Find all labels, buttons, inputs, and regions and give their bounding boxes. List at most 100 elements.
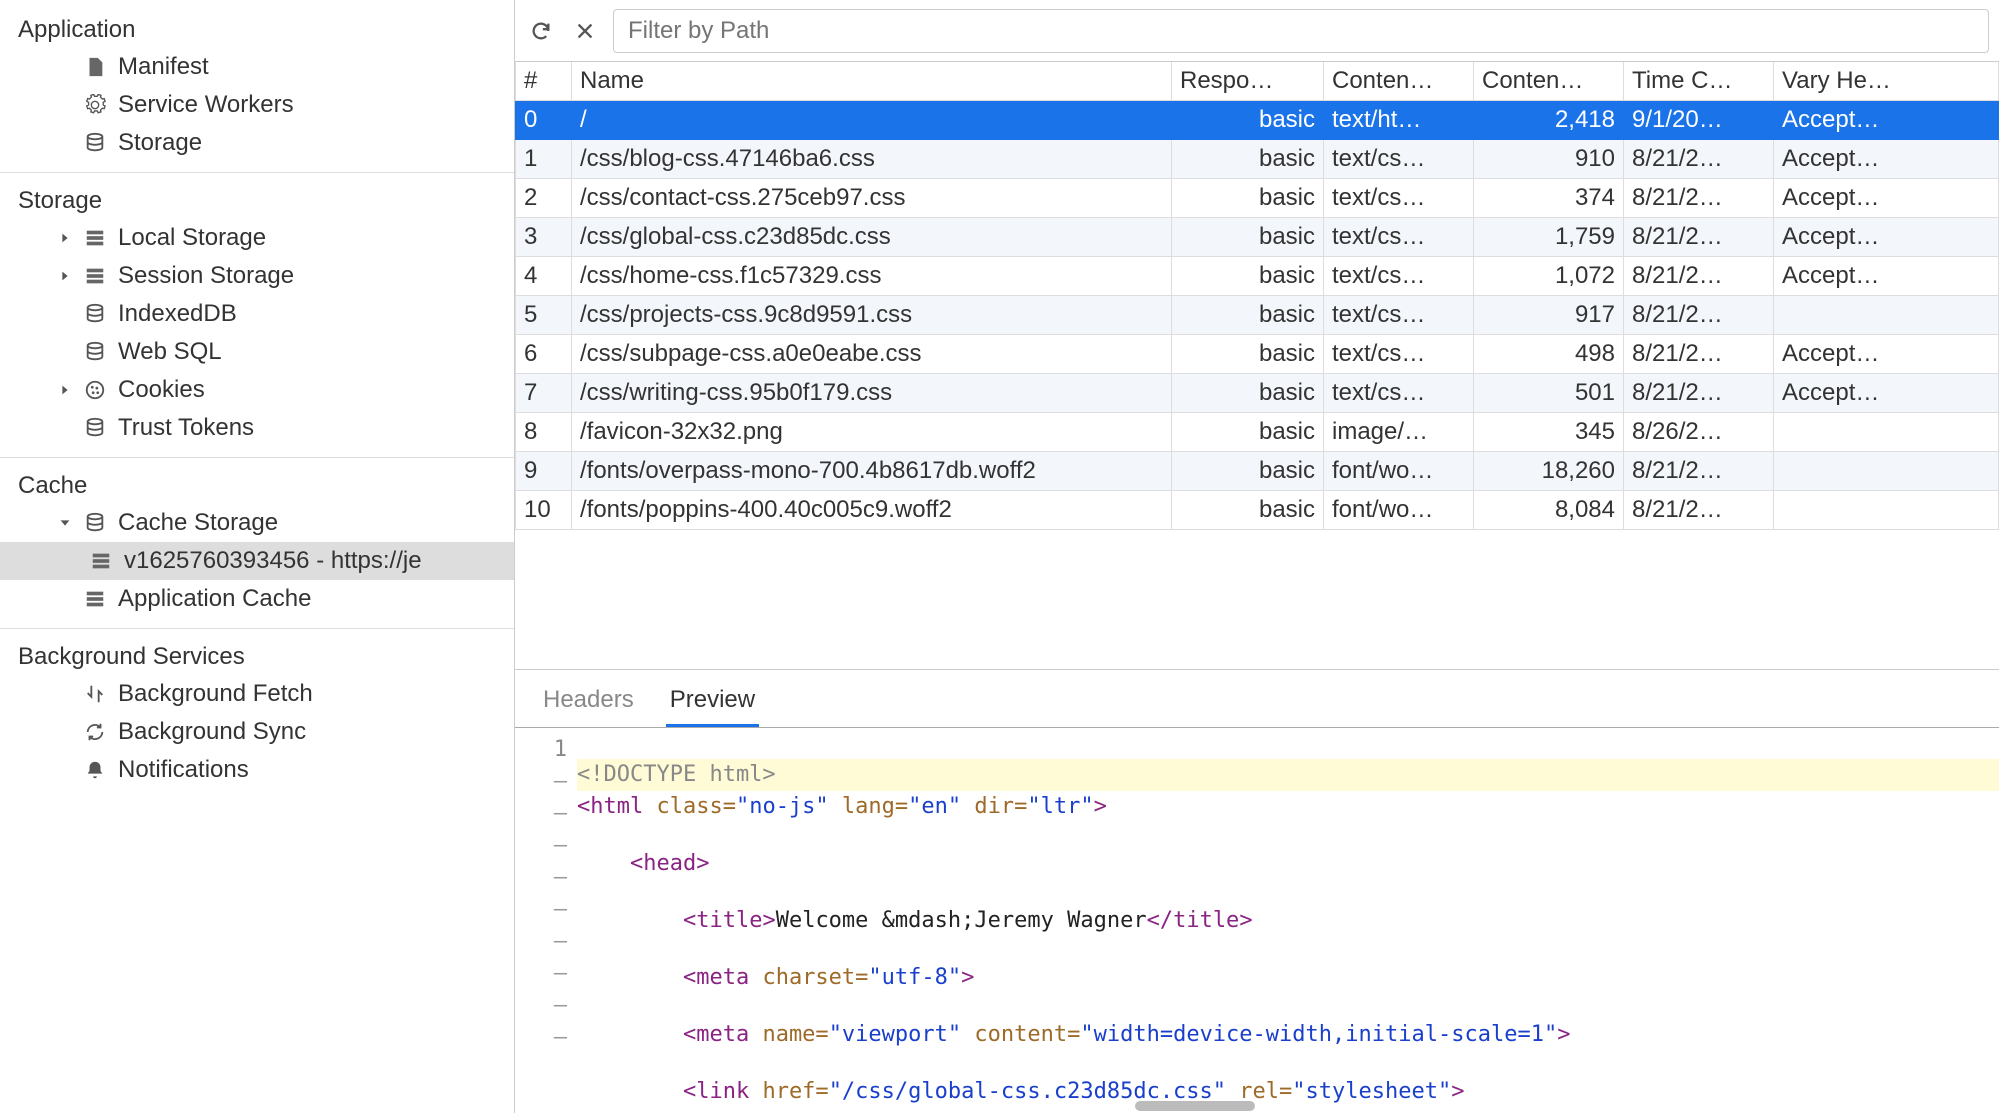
sidebar-item-cache-entry[interactable]: v1625760393456 - https://je <box>0 542 514 580</box>
refresh-button[interactable] <box>525 15 557 47</box>
file-icon <box>82 54 108 80</box>
cell-name: / <box>572 101 1172 140</box>
cell-index: 10 <box>516 491 572 530</box>
sidebar-item-label: Local Storage <box>118 224 266 252</box>
table-row[interactable]: 7/css/writing-css.95b0f179.cssbasictext/… <box>516 374 1999 413</box>
sidebar-item-background-fetch[interactable]: Background Fetch <box>0 675 514 713</box>
table-row[interactable]: 5/css/projects-css.9c8d9591.cssbasictext… <box>516 296 1999 335</box>
cell-vary-header: Accept… <box>1774 140 1999 179</box>
cell-content-length: 917 <box>1474 296 1624 335</box>
cell-index: 6 <box>516 335 572 374</box>
sidebar-item-cookies[interactable]: Cookies <box>0 371 514 409</box>
col-header-index[interactable]: # <box>516 62 572 101</box>
sidebar-item-label: Session Storage <box>118 262 294 290</box>
cell-name: /favicon-32x32.png <box>572 413 1172 452</box>
sidebar-item-storage[interactable]: Storage <box>0 124 514 162</box>
cell-content-type: text/cs… <box>1324 257 1474 296</box>
separator <box>0 457 514 458</box>
sidebar-item-notifications[interactable]: Notifications <box>0 751 514 789</box>
cell-name: /css/global-css.c23d85dc.css <box>572 218 1172 257</box>
sidebar-item-label: v1625760393456 - https://je <box>124 547 422 575</box>
table-row[interactable]: 0/basictext/ht…2,4189/1/20…Accept… <box>516 101 1999 140</box>
horizontal-scrollbar[interactable] <box>1135 1101 1255 1111</box>
code-preview: <!DOCTYPE html> <html class="no-js" lang… <box>577 728 1999 1113</box>
tab-preview[interactable]: Preview <box>666 680 759 727</box>
sidebar-item-local-storage[interactable]: Local Storage <box>0 219 514 257</box>
cell-index: 9 <box>516 452 572 491</box>
cell-content-length: 374 <box>1474 179 1624 218</box>
application-sidebar: Application Manifest Service Workers Sto… <box>0 0 515 1113</box>
table-row[interactable]: 6/css/subpage-css.a0e0eabe.cssbasictext/… <box>516 335 1999 374</box>
sidebar-item-application-cache[interactable]: Application Cache <box>0 580 514 618</box>
database-icon <box>82 339 108 365</box>
col-header-content-type[interactable]: Conten… <box>1324 62 1474 101</box>
col-header-time-cached[interactable]: Time C… <box>1624 62 1774 101</box>
sidebar-item-label: Background Fetch <box>118 680 313 708</box>
sidebar-item-background-sync[interactable]: Background Sync <box>0 713 514 751</box>
clear-button[interactable] <box>569 15 601 47</box>
sidebar-item-websql[interactable]: Web SQL <box>0 333 514 371</box>
sidebar-item-label: Application Cache <box>118 585 311 613</box>
cell-time-cached: 9/1/20… <box>1624 101 1774 140</box>
cell-time-cached: 8/21/2… <box>1624 218 1774 257</box>
col-header-content-length[interactable]: Conten… <box>1474 62 1624 101</box>
sidebar-item-manifest[interactable]: Manifest <box>0 48 514 86</box>
table-row[interactable]: 1/css/blog-css.47146ba6.cssbasictext/cs…… <box>516 140 1999 179</box>
cell-content-length: 2,418 <box>1474 101 1624 140</box>
sidebar-item-service-workers[interactable]: Service Workers <box>0 86 514 124</box>
cell-vary-header <box>1774 452 1999 491</box>
cell-time-cached: 8/21/2… <box>1624 374 1774 413</box>
col-header-name[interactable]: Name <box>572 62 1172 101</box>
sidebar-item-session-storage[interactable]: Session Storage <box>0 257 514 295</box>
chevron-right-icon[interactable] <box>58 231 72 245</box>
cell-content-type: text/cs… <box>1324 140 1474 179</box>
col-header-response-type[interactable]: Respo… <box>1172 62 1324 101</box>
cell-index: 7 <box>516 374 572 413</box>
cell-response-type: basic <box>1172 218 1324 257</box>
detail-tabs: Headers Preview <box>515 670 1999 728</box>
table-row[interactable]: 4/css/home-css.f1c57329.cssbasictext/cs…… <box>516 257 1999 296</box>
sidebar-item-trust-tokens[interactable]: Trust Tokens <box>0 409 514 447</box>
cell-content-type: text/cs… <box>1324 218 1474 257</box>
cache-table[interactable]: # Name Respo… Conten… Conten… Time C… Va… <box>515 62 1999 670</box>
tab-headers[interactable]: Headers <box>539 680 638 727</box>
cell-content-type: font/wo… <box>1324 491 1474 530</box>
toolbar <box>515 0 1999 62</box>
preview-pane[interactable]: 1 – – – – – – – – – <!DOCTYPE html> <htm… <box>515 728 1999 1113</box>
table-row[interactable]: 3/css/global-css.c23d85dc.cssbasictext/c… <box>516 218 1999 257</box>
database-icon <box>82 130 108 156</box>
chevron-right-icon[interactable] <box>58 269 72 283</box>
table-row[interactable]: 2/css/contact-css.275ceb97.cssbasictext/… <box>516 179 1999 218</box>
cell-vary-header: Accept… <box>1774 218 1999 257</box>
table-icon <box>82 586 108 612</box>
cell-content-type: text/cs… <box>1324 296 1474 335</box>
cell-content-length: 910 <box>1474 140 1624 179</box>
cell-index: 2 <box>516 179 572 218</box>
filter-input[interactable] <box>613 9 1989 53</box>
table-row[interactable]: 8/favicon-32x32.pngbasicimage/…3458/26/2… <box>516 413 1999 452</box>
cell-name: /css/projects-css.9c8d9591.css <box>572 296 1172 335</box>
cell-content-length: 8,084 <box>1474 491 1624 530</box>
cell-content-length: 1,759 <box>1474 218 1624 257</box>
cell-name: /css/contact-css.275ceb97.css <box>572 179 1172 218</box>
sidebar-item-indexeddb[interactable]: IndexedDB <box>0 295 514 333</box>
cookie-icon <box>82 377 108 403</box>
cell-content-length: 18,260 <box>1474 452 1624 491</box>
cell-time-cached: 8/21/2… <box>1624 140 1774 179</box>
col-header-vary-header[interactable]: Vary He… <box>1774 62 1999 101</box>
sidebar-item-label: Notifications <box>118 756 249 784</box>
section-header-application: Application <box>0 0 514 48</box>
cell-response-type: basic <box>1172 140 1324 179</box>
sidebar-item-cache-storage[interactable]: Cache Storage <box>0 504 514 542</box>
cell-response-type: basic <box>1172 413 1324 452</box>
cell-name: /css/subpage-css.a0e0eabe.css <box>572 335 1172 374</box>
cell-time-cached: 8/26/2… <box>1624 413 1774 452</box>
sidebar-item-label: Manifest <box>118 53 209 81</box>
cell-vary-header <box>1774 491 1999 530</box>
table-row[interactable]: 10/fonts/poppins-400.40c005c9.woff2basic… <box>516 491 1999 530</box>
table-row[interactable]: 9/fonts/overpass-mono-700.4b8617db.woff2… <box>516 452 1999 491</box>
cell-content-type: text/cs… <box>1324 335 1474 374</box>
cell-name: /css/writing-css.95b0f179.css <box>572 374 1172 413</box>
chevron-right-icon[interactable] <box>58 383 72 397</box>
chevron-down-icon[interactable] <box>58 516 72 530</box>
